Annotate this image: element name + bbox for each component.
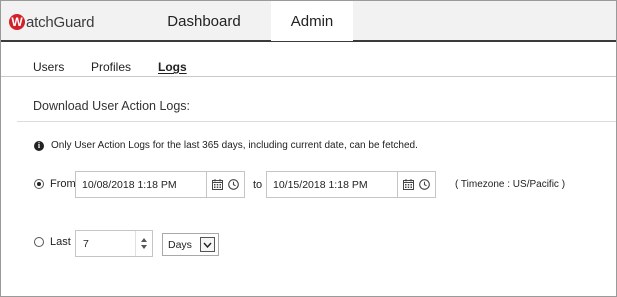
start-picker-icons	[207, 179, 244, 190]
logo-mark-icon: W	[9, 14, 25, 30]
end-datetime-field[interactable]: 10/15/2018 1:18 PM	[266, 171, 436, 198]
info-text: Only User Action Logs for the last 365 d…	[51, 140, 418, 151]
clock-icon[interactable]	[419, 179, 430, 190]
logo-text: atchGuard	[26, 13, 95, 31]
stepper-controls	[135, 231, 152, 256]
tab-logs[interactable]: Logs	[158, 60, 187, 74]
from-label: From	[50, 178, 76, 190]
nav-tab-admin[interactable]: Admin	[271, 1, 353, 41]
last-label: Last	[50, 236, 71, 248]
clock-icon[interactable]	[228, 179, 239, 190]
section-title: Download User Action Logs:	[33, 99, 191, 113]
end-picker-icons	[398, 179, 435, 190]
calendar-icon[interactable]	[403, 179, 414, 190]
calendar-icon[interactable]	[212, 179, 223, 190]
info-icon: i	[34, 140, 44, 151]
start-datetime-value[interactable]: 10/08/2018 1:18 PM	[76, 179, 206, 191]
chevron-up-icon[interactable]	[141, 238, 147, 242]
section-divider	[17, 121, 616, 122]
timezone-label: ( Timezone : US/Pacific )	[455, 179, 566, 190]
from-radio-button[interactable]	[34, 179, 44, 189]
to-label: to	[253, 179, 263, 191]
sub-navigation: Users Profiles Logs	[1, 44, 616, 77]
last-count-stepper[interactable]: 7	[75, 230, 153, 257]
tab-profiles[interactable]: Profiles	[91, 60, 131, 74]
period-unit-value: Days	[168, 238, 192, 251]
tab-users[interactable]: Users	[33, 60, 64, 74]
end-datetime-value[interactable]: 10/15/2018 1:18 PM	[267, 179, 397, 191]
start-datetime-field[interactable]: 10/08/2018 1:18 PM	[75, 171, 245, 198]
last-radio-button[interactable]	[34, 237, 44, 247]
watchguard-logo: W atchGuard	[9, 11, 94, 33]
dropdown-arrow-icon[interactable]	[200, 237, 215, 252]
period-unit-select[interactable]: Days	[162, 233, 219, 256]
info-notice: i Only User Action Logs for the last 365…	[34, 140, 418, 151]
last-count-value[interactable]: 7	[76, 238, 135, 250]
nav-tab-dashboard[interactable]: Dashboard	[151, 1, 257, 41]
chevron-down-icon[interactable]	[141, 245, 147, 249]
top-navigation-bar: W atchGuard Dashboard Admin	[1, 1, 616, 42]
